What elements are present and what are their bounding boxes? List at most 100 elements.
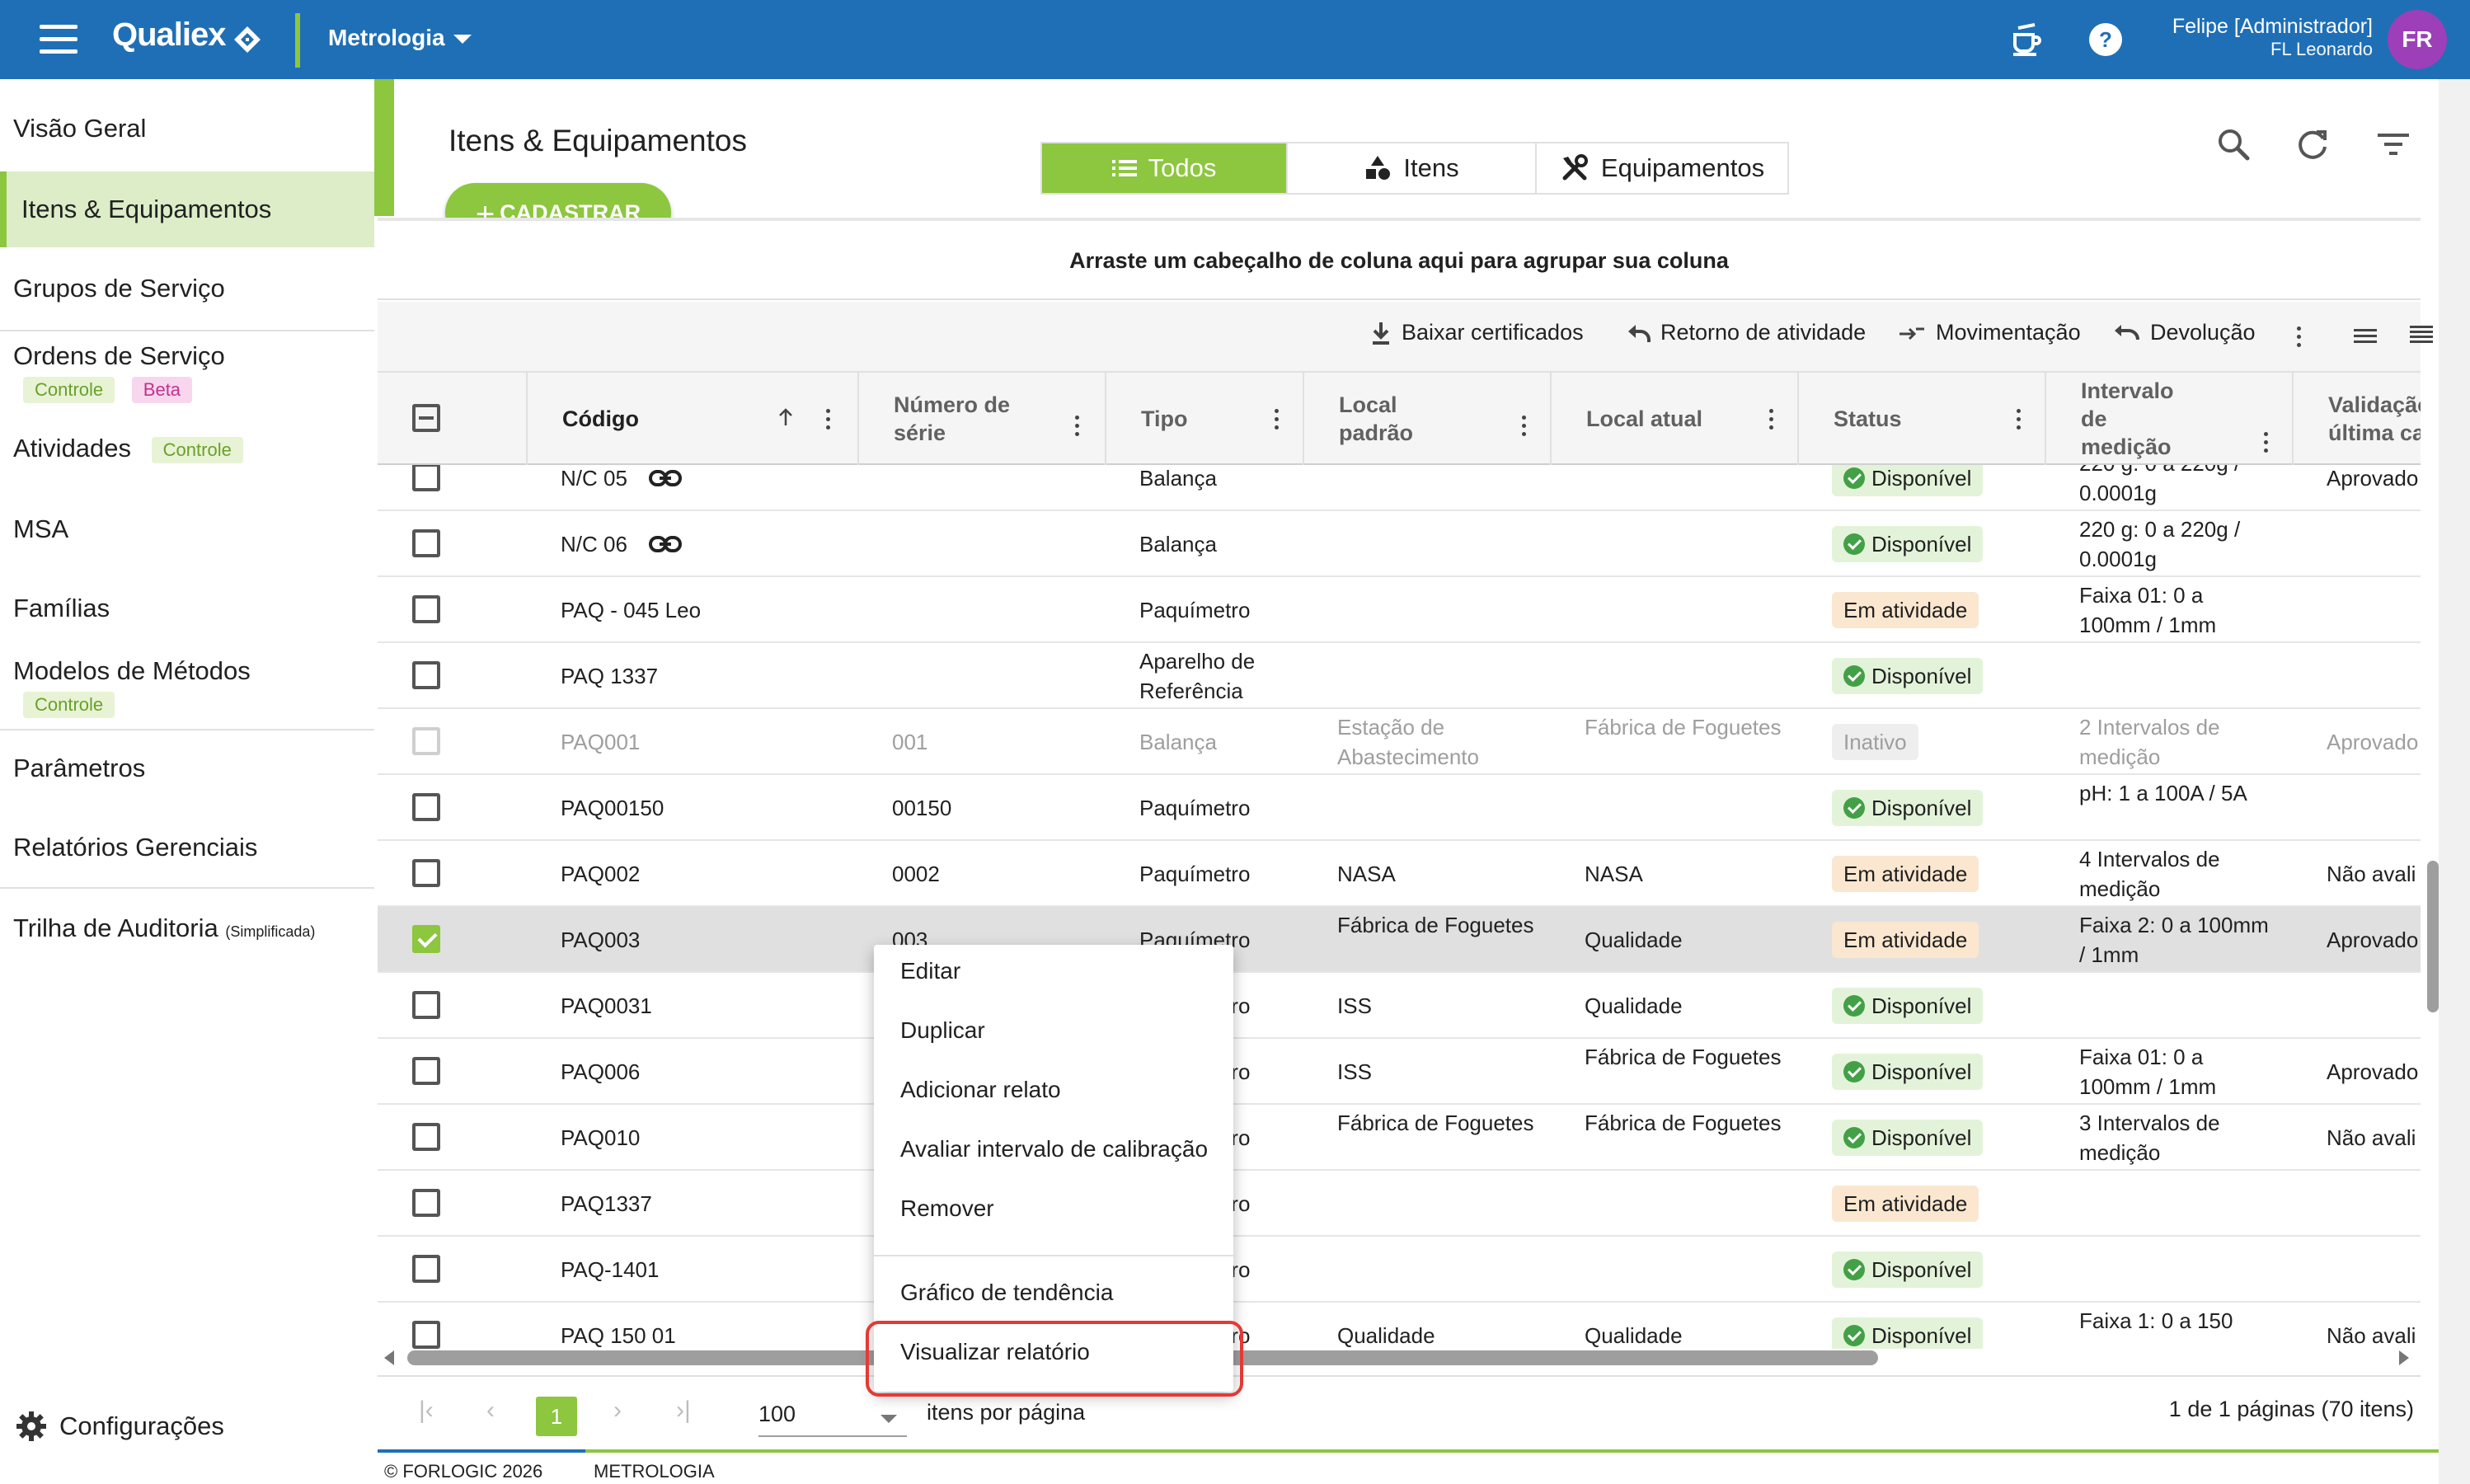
filter-icon[interactable] bbox=[2373, 124, 2414, 165]
sidebar-item-relatorios[interactable]: Relatórios Gerenciais bbox=[0, 833, 374, 862]
menu-item-avaliar-intervalo[interactable]: Avaliar intervalo de calibração bbox=[900, 1136, 1208, 1162]
table-row[interactable]: PAQ003 003 Paquímetro Fábrica de Foguetes Qu… bbox=[378, 907, 2421, 973]
tab-todos[interactable]: Todos bbox=[1042, 143, 1286, 193]
sidebar-item-grupos-servico[interactable]: Grupos de Serviço bbox=[0, 274, 374, 303]
menu-item-editar[interactable]: Editar bbox=[900, 958, 960, 984]
table-row[interactable]: PAQ001 001 Balança Estação de Abastecimento… bbox=[378, 709, 2421, 775]
row-checkbox[interactable] bbox=[412, 1321, 440, 1349]
sidebar-item-visao-geral[interactable]: Visão Geral bbox=[0, 114, 374, 143]
row-checkbox[interactable] bbox=[412, 1057, 440, 1085]
activity-return-button[interactable]: Retorno de atividade bbox=[1626, 320, 1866, 345]
tab-equipamentos[interactable]: Equipamentos bbox=[1535, 143, 1787, 193]
column-header-numero-serie[interactable]: Número de série bbox=[857, 373, 1105, 465]
coffee-icon[interactable] bbox=[2008, 21, 2045, 58]
table-row[interactable]: PAQ002 0002 Paquímetro NASA NASA Em atividade… bbox=[378, 841, 2421, 907]
row-checkbox[interactable] bbox=[412, 1189, 440, 1217]
row-checkbox[interactable] bbox=[412, 793, 440, 821]
row-checkbox[interactable] bbox=[412, 1255, 440, 1283]
more-options-icon[interactable] bbox=[2297, 326, 2302, 348]
table-row[interactable]: PAQ 1337 Aparelho de Referência Disponível bbox=[378, 643, 2421, 709]
page-scrollbar[interactable] bbox=[2439, 79, 2470, 1484]
sidebar-item-trilha-auditoria[interactable]: Trilha de Auditoria (Simplificada) bbox=[0, 913, 374, 943]
row-checkbox[interactable] bbox=[412, 1123, 440, 1151]
prev-page-icon[interactable]: ‹ bbox=[486, 1397, 495, 1425]
help-icon[interactable]: ? bbox=[2087, 21, 2124, 58]
table-row[interactable]: PAQ 150 01PaquímetroQualidadeQualidadeDi… bbox=[378, 1303, 2421, 1349]
row-checkbox[interactable] bbox=[412, 991, 440, 1019]
vertical-scrollbar[interactable] bbox=[2427, 861, 2439, 1012]
column-header-validacao[interactable]: Validação última ca bbox=[2292, 373, 2421, 465]
table-row[interactable]: N/C 05 Balança Disponível 220 g: 0 a 220g /… bbox=[378, 465, 2421, 511]
column-header-local-padrao[interactable]: Local padrão bbox=[1303, 373, 1550, 465]
check-circle-icon bbox=[1843, 995, 1865, 1017]
menu-item-adicionar-relato[interactable]: Adicionar relato bbox=[900, 1077, 1061, 1103]
table-row[interactable]: PAQ006PaquímetroISSFábrica de FoguetesDi… bbox=[378, 1039, 2421, 1105]
avatar[interactable]: FR bbox=[2388, 10, 2447, 69]
table-row[interactable]: N/C 06 Balança Disponível 220 g: 0 a 220g /… bbox=[378, 511, 2421, 577]
column-header-codigo[interactable]: Código bbox=[526, 373, 857, 465]
refresh-icon[interactable] bbox=[2292, 124, 2333, 165]
row-checkbox[interactable] bbox=[412, 529, 440, 557]
column-menu-icon[interactable] bbox=[2017, 409, 2022, 430]
column-header-intervalo[interactable]: Intervalo de medição bbox=[2045, 373, 2292, 465]
first-page-icon[interactable]: |‹ bbox=[419, 1397, 434, 1425]
menu-item-duplicar[interactable]: Duplicar bbox=[900, 1017, 985, 1044]
user-info[interactable]: Felipe [Administrador] FL Leonardo bbox=[2172, 15, 2373, 61]
menu-item-remover[interactable]: Remover bbox=[900, 1195, 994, 1222]
density-comfortable-icon[interactable] bbox=[2353, 323, 2378, 348]
row-checkbox[interactable] bbox=[412, 465, 440, 491]
sidebar-item-itens-equipamentos[interactable]: Itens & Equipamentos bbox=[0, 171, 374, 247]
movement-button[interactable]: Movimentação bbox=[1898, 320, 2081, 345]
table-row[interactable]: PAQ0031PaquímetroISSQualidadeDisponível bbox=[378, 973, 2421, 1039]
module-selector[interactable]: Metrologia bbox=[328, 25, 445, 51]
link-icon[interactable] bbox=[648, 468, 683, 488]
column-menu-icon[interactable] bbox=[1522, 416, 1527, 437]
search-icon[interactable] bbox=[2213, 124, 2254, 165]
row-checkbox[interactable] bbox=[412, 925, 440, 953]
chevron-down-icon[interactable] bbox=[453, 35, 472, 44]
row-checkbox[interactable] bbox=[412, 727, 440, 755]
sort-asc-icon[interactable] bbox=[778, 407, 793, 427]
current-page[interactable]: 1 bbox=[536, 1397, 577, 1436]
column-menu-icon[interactable] bbox=[1075, 416, 1080, 437]
sidebar-item-ordens-servico[interactable]: Ordens de Serviço Controle Beta bbox=[0, 341, 374, 403]
scroll-left-arrow-icon[interactable] bbox=[384, 1350, 394, 1365]
sidebar-item-parametros[interactable]: Parâmetros bbox=[0, 754, 374, 783]
table-row[interactable]: PAQ - 045 Leo Paquímetro Em atividade Faixa… bbox=[378, 577, 2421, 643]
table-row[interactable]: PAQ00150 00150 Paquímetro Disponível pH: 1 a… bbox=[378, 775, 2421, 841]
sidebar-item-modelos-metodos[interactable]: Modelos de Métodos Controle bbox=[0, 656, 374, 718]
status-label: Disponível bbox=[1871, 466, 1972, 491]
density-compact-icon[interactable] bbox=[2409, 323, 2434, 348]
table-row[interactable]: PAQ010PaquímetroFábrica de FoguetesFábri… bbox=[378, 1105, 2421, 1171]
tab-itens[interactable]: Itens bbox=[1286, 143, 1535, 193]
menu-item-grafico-tendencia[interactable]: Gráfico de tendência bbox=[900, 1280, 1113, 1306]
column-header-local-atual[interactable]: Local atual bbox=[1550, 373, 1797, 465]
row-checkbox[interactable] bbox=[412, 595, 440, 623]
chevron-down-icon[interactable] bbox=[880, 1415, 897, 1423]
column-menu-icon[interactable] bbox=[1769, 409, 1774, 430]
link-icon[interactable] bbox=[648, 534, 683, 554]
sidebar-item-msa[interactable]: MSA bbox=[0, 514, 374, 544]
sidebar-item-atividades[interactable]: Atividades Controle bbox=[0, 434, 374, 463]
sidebar-item-familias[interactable]: Famílias bbox=[0, 594, 374, 623]
scroll-right-arrow-icon[interactable] bbox=[2399, 1350, 2409, 1365]
app-logo[interactable]: Qualiex bbox=[112, 16, 227, 54]
select-all-checkbox[interactable] bbox=[412, 404, 440, 432]
next-page-icon[interactable]: › bbox=[613, 1397, 622, 1425]
column-menu-icon[interactable] bbox=[826, 409, 831, 430]
settings-link[interactable]: Configurações bbox=[15, 1410, 224, 1443]
settings-label: Configurações bbox=[59, 1411, 224, 1440]
column-header-status[interactable]: Status bbox=[1797, 373, 2045, 465]
row-checkbox[interactable] bbox=[412, 661, 440, 689]
return-button[interactable]: Devolução bbox=[2112, 320, 2256, 345]
table-row[interactable]: PAQ1337PaquímetroEm atividade bbox=[378, 1171, 2421, 1237]
column-menu-icon[interactable] bbox=[1275, 409, 1280, 430]
last-page-icon[interactable]: ›| bbox=[676, 1397, 691, 1425]
group-by-area[interactable]: Arraste um cabeçalho de coluna aqui para… bbox=[378, 218, 2421, 300]
menu-icon[interactable] bbox=[40, 25, 77, 54]
download-certificates-button[interactable]: Baixar certificados bbox=[1370, 320, 1584, 345]
column-menu-icon[interactable] bbox=[2264, 432, 2269, 453]
table-row[interactable]: PAQ-1401PaquímetroDisponível bbox=[378, 1237, 2421, 1303]
row-checkbox[interactable] bbox=[412, 859, 440, 887]
column-header-tipo[interactable]: Tipo bbox=[1105, 373, 1303, 465]
